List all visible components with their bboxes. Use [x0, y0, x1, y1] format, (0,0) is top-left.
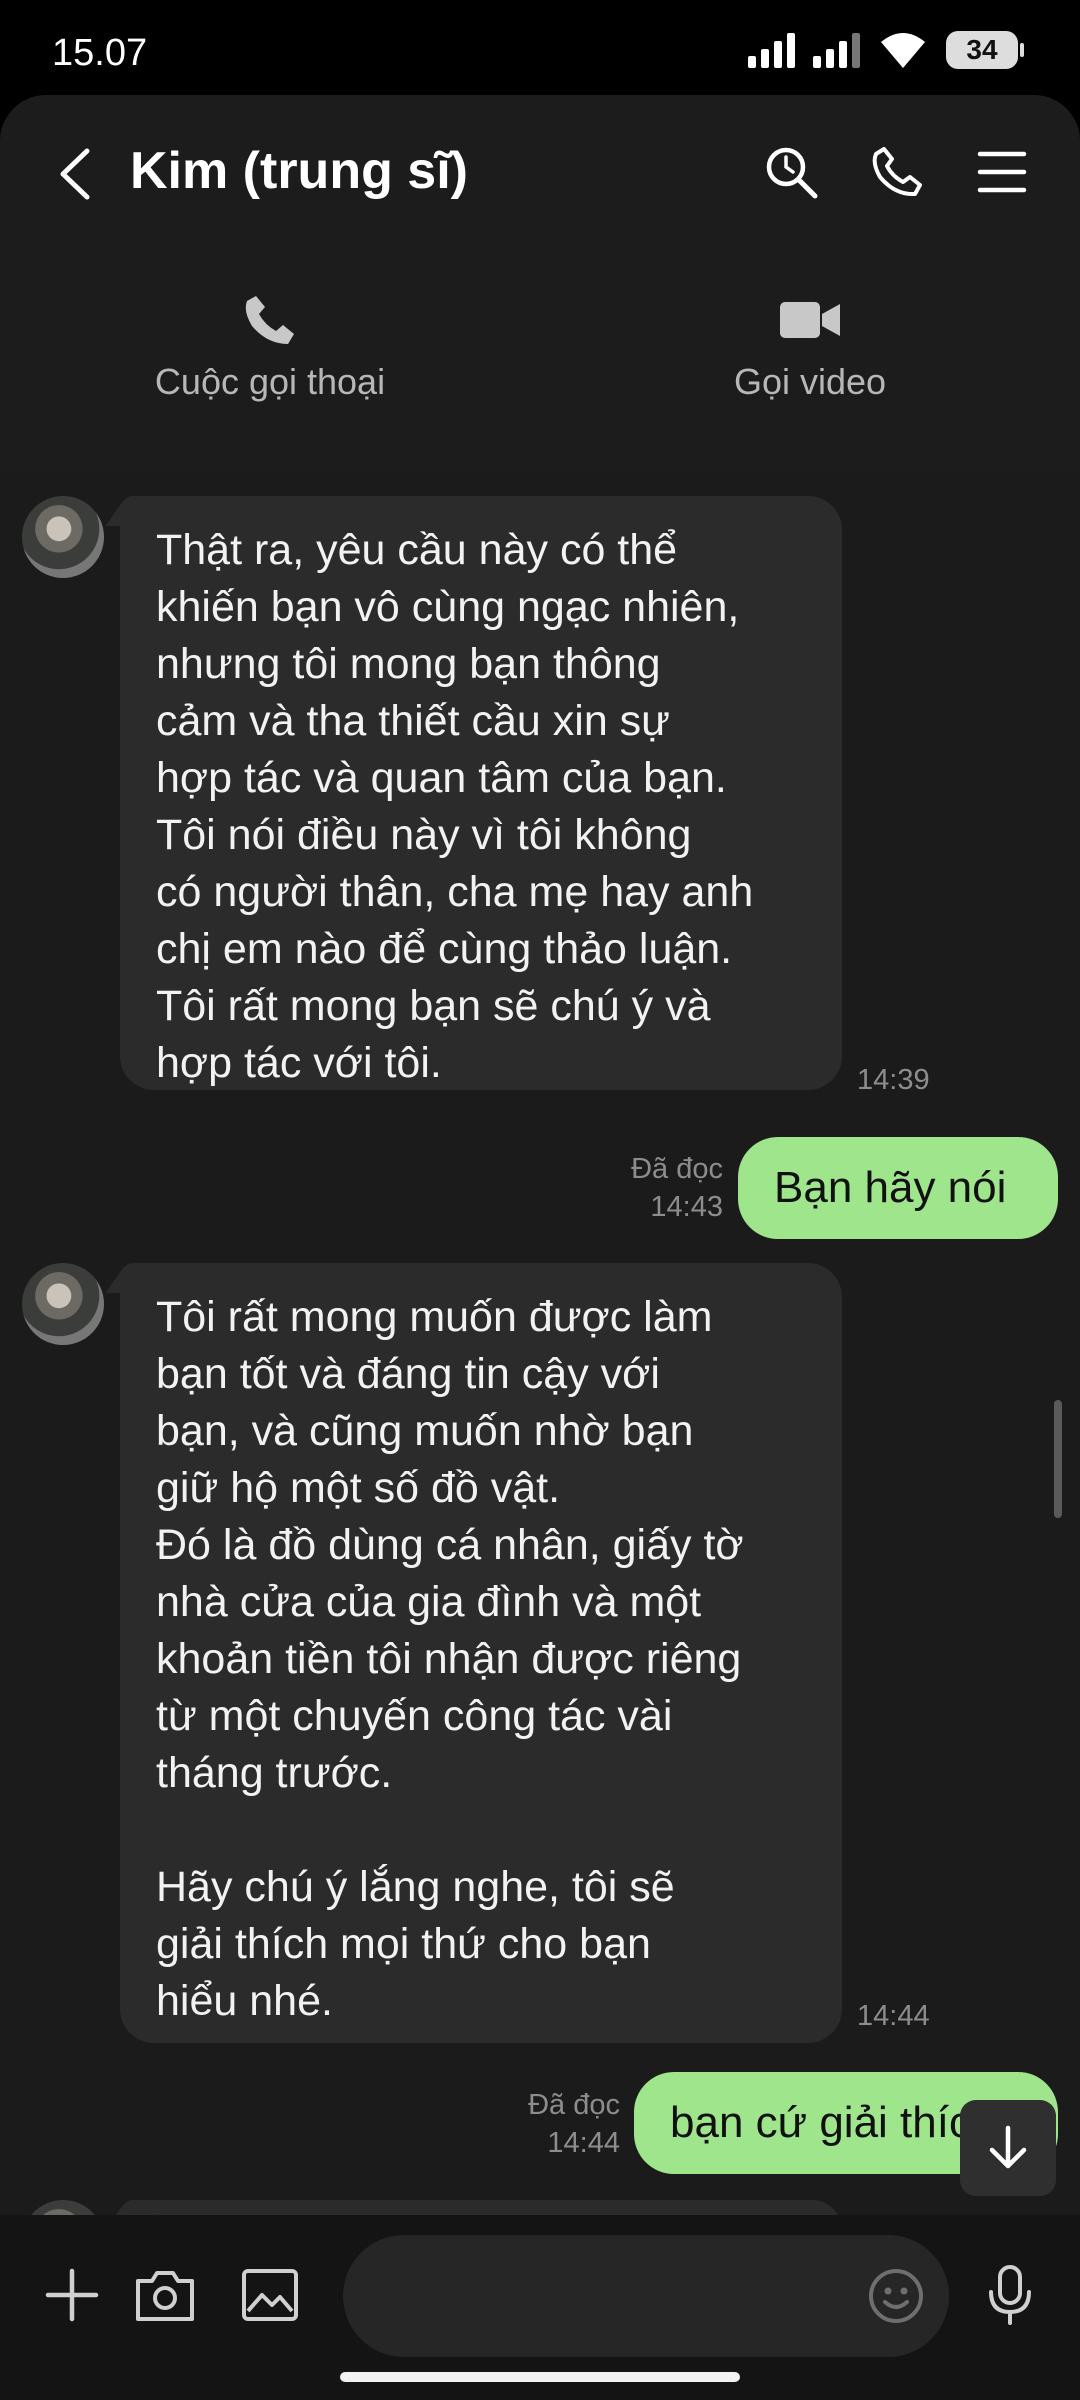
message-time: 14:43 [650, 1191, 723, 1223]
search-icon [766, 147, 818, 199]
menu-icon [977, 151, 1027, 193]
read-receipt: Đã đọc 14:44 [460, 2086, 620, 2162]
signal-icon-2 [813, 32, 860, 68]
search-button[interactable] [756, 137, 826, 207]
call-actions: Cuộc gọi thoại Gọi video [0, 285, 1080, 435]
voice-call-action[interactable]: Cuộc gọi thoại [90, 285, 450, 403]
status-icons: 34 [748, 30, 1024, 70]
read-receipt: Đã đọc 14:43 [560, 1150, 723, 1226]
outgoing-message[interactable]: Bạn hãy nói [738, 1137, 1058, 1239]
video-call-action[interactable]: Gọi video [630, 285, 990, 403]
read-status: Đã đọc [528, 2089, 620, 2121]
voice-message-button[interactable] [970, 2255, 1050, 2335]
scrollbar-thumb[interactable] [1054, 1400, 1062, 1518]
incoming-message[interactable]: Thật ra, yêu cầu này có thể khiến bạn vô… [120, 496, 842, 1090]
back-button[interactable] [50, 139, 100, 209]
microphone-icon [989, 2265, 1031, 2325]
status-bar: 15.07 34 [0, 0, 1080, 100]
image-icon [242, 2269, 298, 2321]
incoming-message[interactable]: Tôi rất mong muốn được làm bạn tốt và đá… [120, 1263, 842, 2043]
message-list[interactable]: Thật ra, yêu cầu này có thể khiến bạn vô… [0, 470, 1080, 2215]
camera-icon [136, 2271, 194, 2321]
chat-title: Kim (trung sĩ) [130, 142, 468, 200]
incoming-message-partial[interactable] [120, 2200, 842, 2215]
chat-header: Kim (trung sĩ) Cuộc gọi thoại Gọi video [0, 95, 1080, 470]
avatar[interactable] [22, 1263, 104, 1345]
message-time: 14:39 [857, 1064, 930, 1096]
phone-icon [245, 296, 294, 344]
menu-button[interactable] [967, 137, 1037, 207]
battery-icon: 34 [946, 31, 1024, 69]
avatar[interactable] [22, 2200, 104, 2215]
message-time: 14:44 [547, 2127, 620, 2159]
avatar[interactable] [22, 496, 104, 578]
message-time: 14:44 [857, 2000, 930, 2032]
signal-icon [748, 32, 795, 68]
read-status: Đã đọc [631, 1153, 723, 1185]
emoji-icon [869, 2269, 923, 2323]
phone-icon [872, 147, 922, 197]
video-icon [780, 302, 840, 338]
add-button[interactable] [32, 2255, 112, 2335]
video-call-label: Gọi video [733, 361, 887, 402]
message-input[interactable] [343, 2235, 949, 2357]
plus-icon [45, 2268, 99, 2322]
arrow-down-icon [989, 2125, 1027, 2169]
chevron-left-icon [60, 148, 90, 200]
wifi-icon [881, 33, 925, 68]
home-indicator[interactable] [340, 2372, 740, 2382]
call-button[interactable] [862, 137, 932, 207]
camera-button[interactable] [125, 2255, 205, 2335]
status-time: 15.07 [52, 32, 148, 74]
gallery-button[interactable] [230, 2255, 310, 2335]
scroll-to-bottom-button[interactable] [960, 2100, 1056, 2196]
voice-call-label: Cuộc gọi thoại [154, 361, 386, 402]
emoji-button[interactable] [860, 2260, 932, 2332]
